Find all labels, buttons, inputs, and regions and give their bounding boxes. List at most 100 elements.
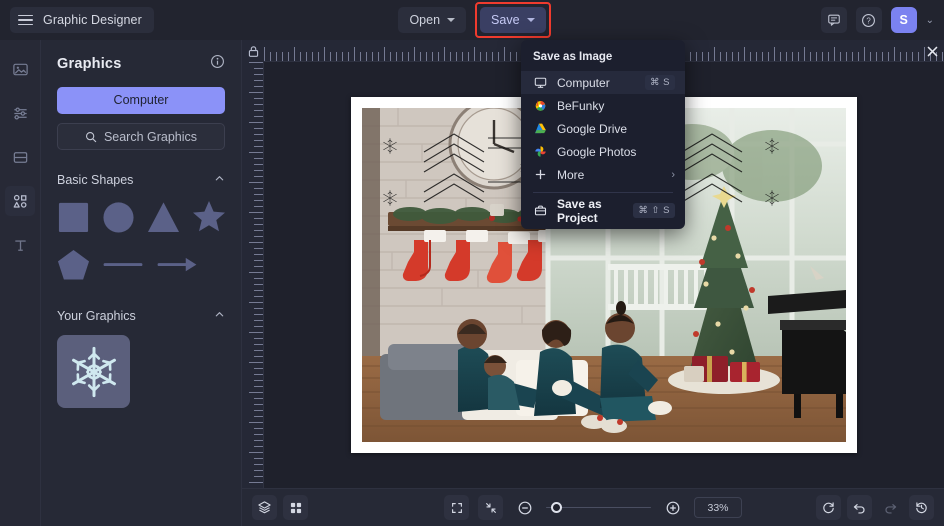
undo-button[interactable]	[847, 495, 872, 520]
rail-item-adjust-tool[interactable]	[5, 98, 35, 128]
menu-item-more[interactable]: More ›	[521, 163, 685, 186]
plus-icon	[533, 168, 548, 181]
layers-icon	[258, 501, 271, 514]
menu-item-save-as-project[interactable]: Save as Project ⌘ ⇧ S	[521, 196, 685, 225]
open-button[interactable]: Open	[398, 7, 467, 33]
save-menu-header: Save as Image	[533, 51, 613, 63]
menu-item-google-photos[interactable]: Google Photos	[521, 140, 685, 163]
graphics-panel: Graphics Computer Search Graphics Basic …	[41, 40, 242, 526]
pentagon-shape[interactable]	[57, 248, 90, 286]
text-icon	[14, 239, 26, 251]
menu-item-google-drive-label: Google Drive	[557, 121, 628, 136]
tool-rail	[0, 40, 41, 526]
zoom-out-button[interactable]	[512, 495, 537, 520]
menu-item-computer-shortcut: ⌘ S	[645, 75, 675, 90]
chevron-up-icon[interactable]	[214, 307, 225, 325]
grid-button[interactable]	[283, 495, 308, 520]
arrow-shape[interactable]	[156, 248, 198, 286]
sliders-icon	[13, 107, 27, 119]
line-shape[interactable]	[102, 248, 144, 286]
redo-icon	[885, 504, 897, 514]
menu-item-computer[interactable]: Computer ⌘ S	[521, 71, 685, 94]
frame-icon	[13, 151, 27, 163]
section-header-your-graphics[interactable]: Your Graphics	[57, 307, 225, 325]
menu-divider	[533, 192, 673, 193]
google-photos-icon	[533, 145, 548, 158]
section-title-basic-shapes: Basic Shapes	[57, 173, 134, 187]
menu-item-befunky[interactable]: BeFunky	[521, 94, 685, 117]
search-icon	[85, 131, 97, 142]
chevron-right-icon: ›	[671, 168, 675, 181]
chevron-up-icon[interactable]	[214, 171, 225, 189]
star-shape[interactable]	[192, 199, 226, 238]
layers-button[interactable]	[252, 495, 277, 520]
undo-icon	[853, 504, 865, 514]
zoom-slider[interactable]	[546, 501, 651, 515]
info-button[interactable]	[210, 54, 225, 74]
menu-item-more-label: More	[557, 167, 585, 182]
graphics-panel-header: Graphics	[57, 54, 225, 74]
vertical-ruler-ticks	[249, 62, 263, 525]
vertical-ruler[interactable]	[242, 40, 264, 526]
chevron-up-glyph	[215, 176, 224, 181]
menu-item-google-photos-label: Google Photos	[557, 144, 637, 159]
top-bar-center-actions: Open Save	[0, 0, 944, 40]
zoom-in-button[interactable]	[660, 495, 685, 520]
chevron-up-glyph	[215, 312, 224, 317]
rail-item-image-tool[interactable]	[5, 54, 35, 84]
close-icon	[927, 46, 937, 56]
chevron-down-icon	[526, 18, 535, 22]
menu-item-google-drive[interactable]: Google Drive	[521, 117, 685, 140]
rail-item-text-tool[interactable]	[5, 230, 35, 260]
top-bar: Graphic Designer Open Save ? S ⌄	[0, 0, 944, 40]
close-ruler-button[interactable]	[923, 42, 941, 60]
lock-icon	[248, 45, 258, 57]
fit-to-screen-button[interactable]	[444, 495, 469, 520]
rail-item-graphics-tool[interactable]	[5, 186, 35, 216]
triangle-shape[interactable]	[147, 200, 180, 238]
monitor-icon	[533, 76, 548, 89]
basic-shapes-row-1	[57, 199, 225, 238]
shapes-icon	[13, 194, 26, 208]
computer-source-button[interactable]: Computer	[57, 87, 225, 114]
history-icon	[916, 502, 927, 514]
page-title: Graphics	[57, 56, 122, 72]
zoom-slider-track	[546, 506, 651, 509]
expand-frame-icon	[451, 502, 462, 513]
minus-circle-icon	[518, 501, 531, 514]
menu-item-save-as-project-label: Save as Project	[557, 196, 602, 225]
save-button[interactable]: Save	[475, 2, 551, 38]
bottom-toolbar-right	[816, 495, 934, 520]
snowflake-graphic[interactable]	[57, 335, 130, 408]
snowflake-icon	[71, 346, 116, 397]
redo-button[interactable]	[878, 495, 903, 520]
grid-icon	[290, 502, 301, 513]
search-graphics-label: Search Graphics	[103, 129, 198, 144]
zoom-slider-handle[interactable]	[550, 502, 562, 513]
history-button[interactable]	[909, 495, 934, 520]
basic-shapes-row-2	[57, 248, 225, 286]
bottom-toolbar: 33%	[242, 488, 944, 526]
plus-circle-icon	[666, 501, 679, 514]
google-drive-icon	[533, 122, 548, 135]
reset-button[interactable]	[816, 495, 841, 520]
circle-shape[interactable]	[102, 200, 135, 238]
collapse-arrows-icon	[485, 502, 496, 513]
ruler-lock-button[interactable]	[242, 40, 264, 62]
actual-size-button[interactable]	[478, 495, 503, 520]
save-button-label: Save	[491, 13, 520, 27]
section-header-basic-shapes[interactable]: Basic Shapes	[57, 171, 225, 189]
open-button-label: Open	[409, 13, 441, 27]
befunky-icon	[533, 99, 548, 112]
chevron-down-icon	[447, 18, 456, 22]
menu-item-befunky-label: BeFunky	[557, 98, 605, 113]
search-graphics-input[interactable]: Search Graphics	[57, 123, 225, 150]
rail-item-frames-tool[interactable]	[5, 142, 35, 172]
zoom-level-value[interactable]: 33%	[694, 497, 742, 518]
briefcase-icon	[533, 204, 548, 217]
menu-item-computer-label: Computer	[557, 75, 610, 90]
square-shape[interactable]	[57, 200, 90, 238]
section-title-your-graphics: Your Graphics	[57, 309, 136, 323]
info-icon	[211, 55, 224, 68]
graphic-designer-app: Graphic Designer Open Save ? S ⌄ Graphic…	[0, 0, 944, 526]
